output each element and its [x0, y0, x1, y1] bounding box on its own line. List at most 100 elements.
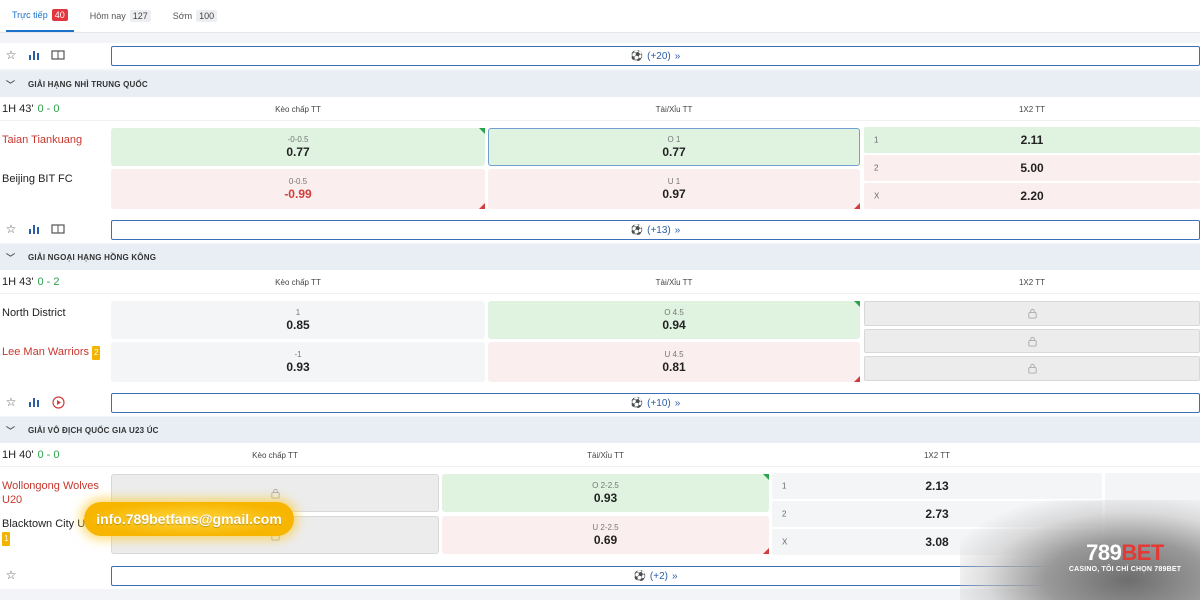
league-header[interactable]: ﹀ GIẢI NGOẠI HẠNG HỒNG KÔNG — [0, 244, 1200, 270]
away-team-wrap: Lee Man Warriors 2 — [2, 345, 101, 360]
more-markets-button[interactable]: ⚽ (+10) » — [111, 393, 1200, 413]
away-team: Beijing BIT FC — [2, 173, 73, 185]
more-markets-button[interactable]: ⚽ (+20) » — [111, 46, 1200, 66]
double-chevron-right-icon: » — [674, 224, 681, 236]
match-actions: ☆ ⚽ (+20) » — [0, 43, 1200, 69]
match-row: North District Lee Man Warriors 2 1 0.85 … — [0, 294, 1200, 390]
favorite-star-icon[interactable]: ☆ — [4, 222, 18, 236]
col-1x2: 1X2 TT — [923, 451, 951, 460]
over-odd[interactable]: O 4.5 0.94 — [488, 301, 860, 339]
odds-down-indicator — [763, 548, 769, 554]
x12-home-locked — [864, 301, 1200, 326]
scoreboard-icon[interactable] — [51, 48, 65, 62]
away-team: Lee Man Warriors — [2, 346, 90, 358]
tab-live-label: Trực tiếp — [12, 10, 48, 20]
x12-away-odd[interactable]: 2 5.00 — [864, 155, 1200, 181]
handicap-away-odd[interactable]: -1 0.93 — [111, 342, 485, 382]
stats-chart-icon[interactable] — [27, 48, 41, 62]
odd-value: 0.93 — [593, 490, 618, 505]
league-header[interactable]: ﹀ GIẢI HẠNG NHÌ TRUNG QUỐC — [0, 71, 1200, 97]
tab-today[interactable]: Hôm nay 127 — [84, 0, 157, 32]
odds-up-indicator — [479, 128, 485, 134]
more-markets-button[interactable]: ⚽ (+13) » — [111, 220, 1200, 240]
odd-value: 0.97 — [662, 186, 686, 201]
football-icon: ⚽ — [630, 224, 644, 236]
tab-live[interactable]: Trực tiếp 40 — [6, 0, 74, 32]
home-team: North District — [2, 307, 66, 319]
col-handicap: Kèo chấp TT — [275, 105, 321, 114]
odd-value: 0.81 — [662, 359, 686, 374]
league-name: GIẢI NGOẠI HẠNG HỒNG KÔNG — [28, 252, 157, 262]
chevron-down-icon: ﹀ — [6, 252, 16, 263]
odd-value: 0.94 — [662, 317, 686, 332]
under-odd[interactable]: U 2-2.5 0.69 — [442, 516, 769, 554]
favorite-star-icon[interactable]: ☆ — [4, 568, 18, 582]
x12-home-odd[interactable]: 1 2.11 — [864, 127, 1200, 153]
more-markets-count: (+13) — [647, 224, 671, 236]
odd-value: 0.85 — [286, 317, 310, 332]
over-odd[interactable]: O 2-2.5 0.93 — [442, 474, 769, 512]
live-stream-play-icon[interactable] — [51, 395, 65, 409]
favorite-star-icon[interactable]: ☆ — [4, 395, 18, 409]
match-actions: ☆ ⚽ (+13) » — [0, 217, 1200, 243]
favorite-star-icon[interactable]: ☆ — [4, 48, 18, 62]
handicap-line: -1 — [294, 349, 302, 359]
market-header: 1H 40' 0 - 0 Kèo chấp TT Tài/Xỉu TT 1X2 T… — [0, 443, 1200, 467]
league-header[interactable]: ﹀ GIẢI VÔ ĐỊCH QUỐC GIA U23 ÚC — [0, 417, 1200, 443]
tab-today-label: Hôm nay — [89, 11, 126, 21]
x12-draw-locked — [864, 356, 1200, 381]
col-handicap: Kèo chấp TT — [275, 278, 321, 287]
more-markets-count: (+10) — [647, 397, 671, 409]
handicap-home-odd[interactable]: -0-0.5 0.77 — [111, 128, 485, 166]
more-markets-count: (+20) — [647, 50, 671, 62]
double-chevron-right-icon: » — [671, 570, 678, 582]
odd-value: 5.00 — [1020, 161, 1044, 175]
contact-email-banner: info.789betfans@gmail.com — [84, 502, 294, 536]
chevron-down-icon: ﹀ — [6, 79, 16, 90]
col-overunder: Tài/Xỉu TT — [655, 278, 693, 287]
stats-chart-icon[interactable] — [27, 222, 41, 236]
football-icon: ⚽ — [630, 50, 644, 62]
match-score: 0 - 0 — [37, 103, 60, 115]
under-odd[interactable]: U 1 0.97 — [488, 169, 860, 209]
over-odd[interactable]: O 1 0.77 — [488, 128, 860, 166]
lock-icon — [1027, 308, 1037, 319]
total-line: O 4.5 — [664, 307, 684, 317]
x12-draw-odd[interactable]: X 2.20 — [864, 183, 1200, 209]
total-line: U 2-2.5 — [592, 522, 619, 532]
tab-live-count: 40 — [51, 9, 68, 21]
tab-today-count: 127 — [129, 10, 151, 22]
match-time: 1H 43' 0 - 0 — [2, 103, 60, 115]
home-team: Taian Tiankuang — [2, 134, 83, 146]
football-icon: ⚽ — [630, 397, 644, 409]
handicap-home-odd[interactable]: 1 0.85 — [111, 301, 485, 339]
odd-value: 2.11 — [1020, 133, 1044, 147]
total-line: O 2-2.5 — [592, 480, 619, 490]
odds-up-indicator — [763, 474, 769, 480]
tab-bar: Trực tiếp 40 Hôm nay 127 Sớm 100 — [0, 0, 1200, 33]
x12-home-odd[interactable]: 1 2.13 — [772, 473, 1102, 499]
red-card-badge: 2 — [92, 346, 101, 360]
scoreboard-icon[interactable] — [51, 222, 65, 236]
x12-away-locked — [864, 329, 1200, 353]
under-odd[interactable]: U 4.5 0.81 — [488, 342, 860, 382]
tab-early[interactable]: Sớm 100 — [167, 0, 223, 32]
market-header: 1H 43' 0 - 2 Kèo chấp TT Tài/Xỉu TT 1X2 T… — [0, 270, 1200, 294]
odd-value: -0.99 — [284, 186, 312, 201]
league-name: GIẢI HẠNG NHÌ TRUNG QUỐC — [28, 79, 148, 89]
odd-value: 2.20 — [1020, 189, 1044, 203]
tab-early-count: 100 — [196, 10, 218, 22]
col-1x2: 1X2 TT — [1018, 105, 1046, 114]
match-time: 1H 43' 0 - 2 — [2, 276, 60, 288]
lock-icon — [270, 488, 280, 499]
handicap-line: 0-0.5 — [288, 176, 308, 186]
match-actions: ☆ ⚽ (+10) » — [0, 390, 1200, 416]
match-row: Taian Tiankuang Beijing BIT FC -0-0.5 0.… — [0, 121, 1200, 217]
chevron-down-icon: ﹀ — [6, 425, 16, 436]
col-handicap: Kèo chấp TT — [252, 451, 298, 460]
lock-icon — [1027, 363, 1037, 374]
stats-chart-icon[interactable] — [27, 395, 41, 409]
handicap-away-odd[interactable]: 0-0.5 -0.99 — [111, 169, 485, 209]
league-name: GIẢI VÔ ĐỊCH QUỐC GIA U23 ÚC — [28, 425, 159, 435]
market-header: 1H 43' 0 - 0 Kèo chấp TT Tài/Xỉu TT 1X2 T… — [0, 97, 1200, 121]
